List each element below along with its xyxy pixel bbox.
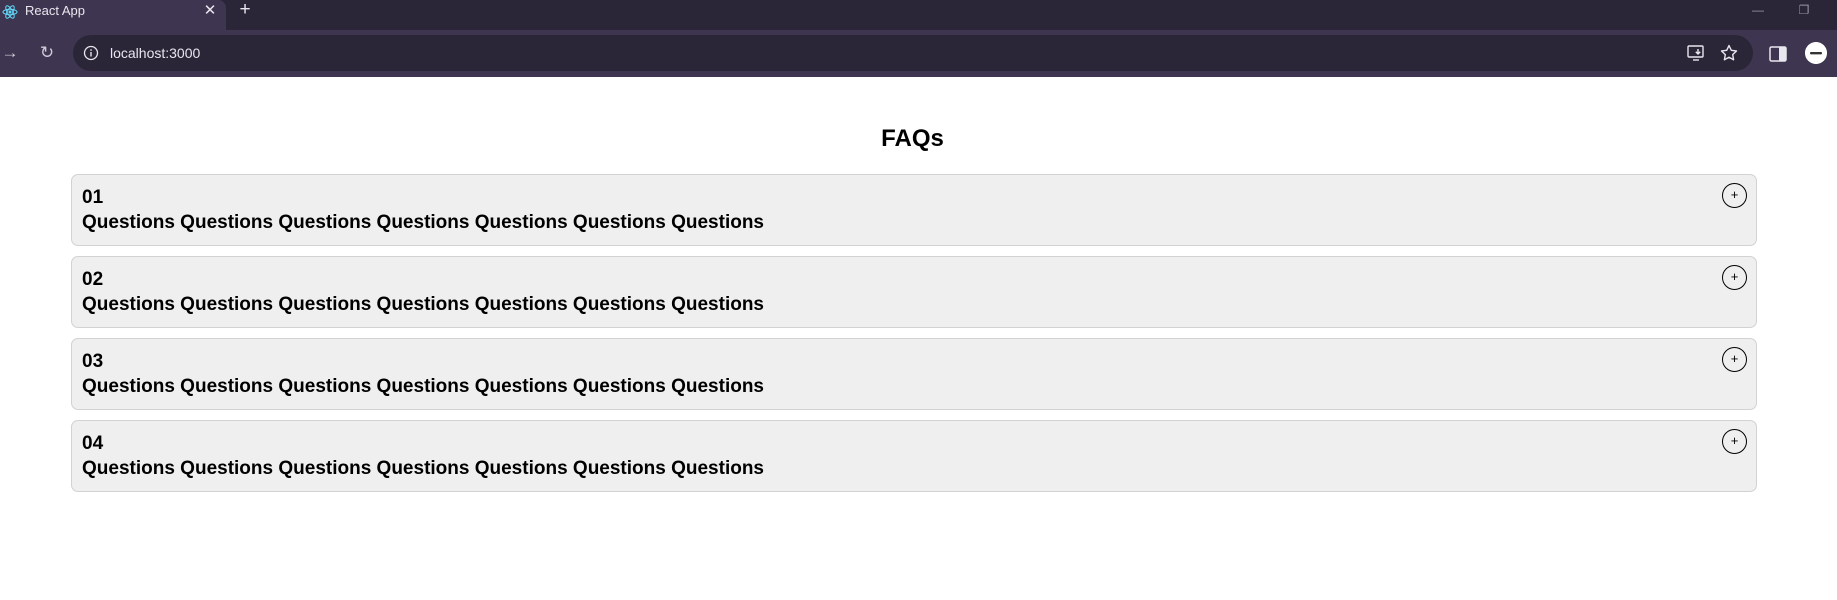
react-logo-icon bbox=[2, 5, 18, 19]
faq-list: 01 Questions Questions Questions Questio… bbox=[71, 174, 1757, 502]
faq-number: 02 bbox=[82, 269, 104, 290]
address-bar[interactable]: localhost:3000 bbox=[73, 35, 1753, 71]
faq-number: 01 bbox=[82, 187, 104, 208]
faq-question: Questions Questions Questions Questions … bbox=[82, 458, 764, 479]
faq-item[interactable]: 02 Questions Questions Questions Questio… bbox=[71, 256, 1757, 328]
faq-question: Questions Questions Questions Questions … bbox=[82, 376, 764, 397]
tab-strip: React App ✕ + — ❐ bbox=[0, 0, 1837, 30]
side-panel-icon[interactable] bbox=[1767, 43, 1789, 65]
site-info-icon[interactable] bbox=[83, 45, 99, 61]
faq-item[interactable]: 03 Questions Questions Questions Questio… bbox=[71, 338, 1757, 410]
faq-question: Questions Questions Questions Questions … bbox=[82, 212, 764, 233]
bookmark-star-icon[interactable] bbox=[1719, 43, 1739, 63]
profile-avatar[interactable] bbox=[1805, 42, 1827, 64]
new-tab-button[interactable]: + bbox=[234, 0, 256, 22]
faq-number: 04 bbox=[82, 433, 104, 454]
faq-item[interactable]: 01 Questions Questions Questions Questio… bbox=[71, 174, 1757, 246]
expand-toggle-button[interactable]: + bbox=[1722, 429, 1747, 454]
faq-question: Questions Questions Questions Questions … bbox=[82, 294, 764, 315]
browser-tab[interactable]: React App ✕ bbox=[0, 0, 226, 30]
maximize-button[interactable]: ❐ bbox=[1784, 0, 1824, 22]
reload-button[interactable]: ↻ bbox=[33, 39, 61, 67]
expand-toggle-button[interactable]: + bbox=[1722, 183, 1747, 208]
install-app-icon[interactable] bbox=[1686, 43, 1706, 63]
forward-button[interactable]: → bbox=[0, 39, 24, 67]
page-title: FAQs bbox=[881, 125, 944, 152]
faq-item[interactable]: 04 Questions Questions Questions Questio… bbox=[71, 420, 1757, 492]
profile-avatar-icon bbox=[1805, 42, 1827, 64]
faq-number: 03 bbox=[82, 351, 104, 372]
tab-close-button[interactable]: ✕ bbox=[200, 1, 220, 21]
minimize-button[interactable]: — bbox=[1738, 0, 1778, 22]
expand-toggle-button[interactable]: + bbox=[1722, 347, 1747, 372]
browser-toolbar: → ↻ localhost:3000 bbox=[0, 30, 1837, 77]
tab-title: React App bbox=[25, 3, 85, 18]
expand-toggle-button[interactable]: + bbox=[1722, 265, 1747, 290]
url-text[interactable]: localhost:3000 bbox=[110, 45, 200, 61]
